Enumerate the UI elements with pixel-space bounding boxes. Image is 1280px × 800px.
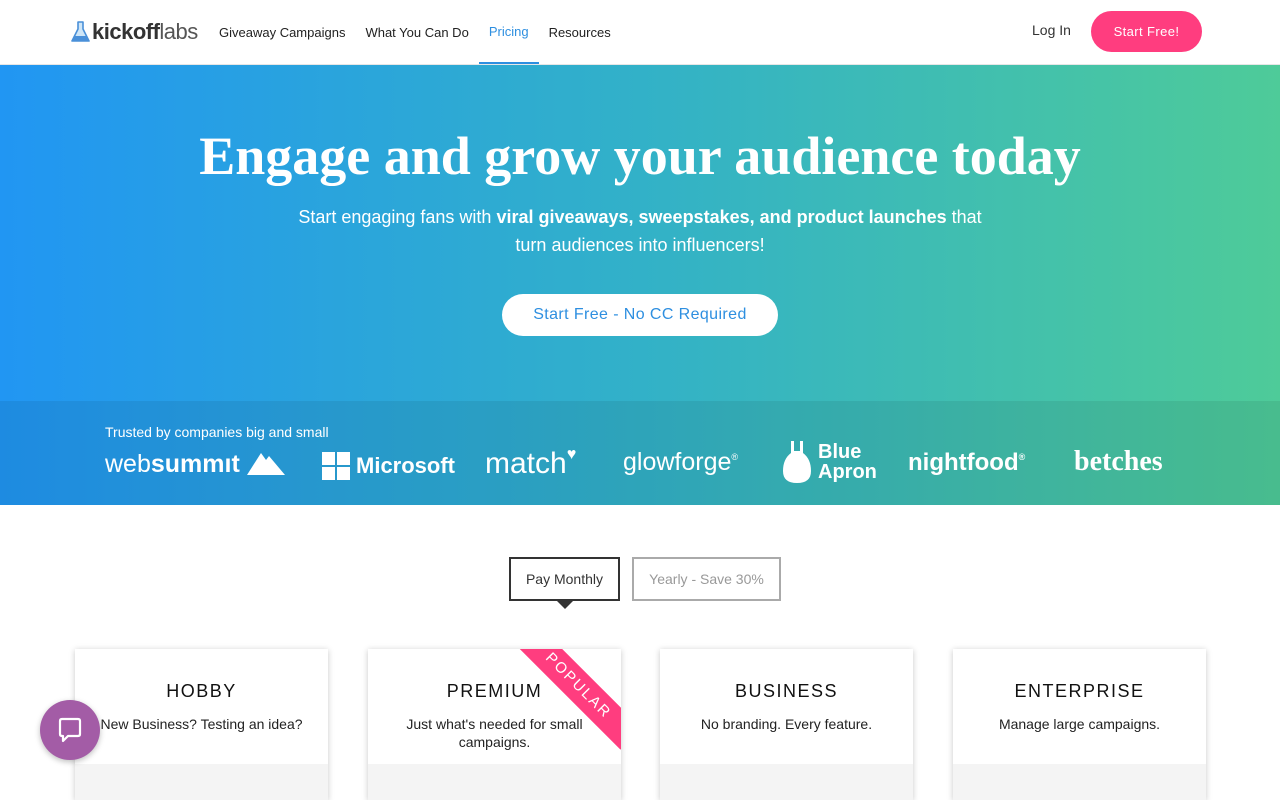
plan-description: Just what's needed for small campaigns. <box>406 716 583 750</box>
heart-icon: ♥ <box>566 446 577 463</box>
selected-indicator-arrow <box>557 601 573 609</box>
windows-grid-icon <box>322 452 350 480</box>
blue-apron-logo: Blue Apron <box>782 441 877 483</box>
hero-title: Engage and grow your audience today <box>199 126 1081 186</box>
apron-icon <box>783 441 811 483</box>
chat-widget-button[interactable] <box>40 700 100 760</box>
plan-name: HOBBY <box>166 681 237 701</box>
trusted-by-strip: Trusted by companies big and small websu… <box>0 401 1280 505</box>
plan-card-hobby: HOBBY New Business? Testing an idea? <box>75 649 328 800</box>
hero-subtitle-pre: Start engaging fans with <box>298 207 497 227</box>
glowforge-registered-mark: ® <box>731 452 739 462</box>
plan-description: New Business? Testing an idea? <box>100 716 303 732</box>
websummit-logo: websummıt <box>105 449 285 479</box>
match-logo-text: match <box>485 447 567 480</box>
blue-apron-text-blue: Blue <box>818 441 862 463</box>
hero-section: Engage and grow your audience today Star… <box>0 65 1280 505</box>
chat-bubble-icon <box>58 717 82 743</box>
hero-subtitle-bold: viral giveaways, sweepstakes, and produc… <box>496 207 947 227</box>
kickofflabs-logo[interactable]: kickofflabs <box>70 18 198 46</box>
nav-link-pricing[interactable]: Pricing <box>478 0 539 64</box>
nightfood-logo: nightfood® <box>908 449 1025 477</box>
logo-text-bold: kickoff <box>92 19 160 44</box>
plan-card-business: BUSINESS No branding. Every feature. <box>660 649 913 800</box>
plan-price-area <box>660 764 913 800</box>
plan-name: BUSINESS <box>734 681 839 701</box>
match-logo: match♥ <box>485 446 576 481</box>
trusted-label: Trusted by companies big and small <box>105 424 329 440</box>
rocket-flask-icon <box>71 21 90 42</box>
microsoft-logo-text: Microsoft <box>356 453 455 478</box>
login-link[interactable]: Log In <box>1032 22 1071 38</box>
hero-subtitle: Start engaging fans with viral giveaways… <box>290 203 990 259</box>
nav-link-resources[interactable]: Resources <box>539 0 621 64</box>
websummit-logo-text-summit: summıt <box>150 450 240 478</box>
glowforge-logo-text: glowforge <box>623 448 732 476</box>
microsoft-logo: Microsoft <box>322 452 455 480</box>
plan-price-area <box>75 764 328 800</box>
nightfood-logo-text: nightfood <box>908 449 1019 476</box>
top-nav: kickofflabs Giveaway Campaigns What You … <box>0 0 1280 65</box>
plan-name: ENTERPRISE <box>1014 681 1145 701</box>
start-free-button[interactable]: Start Free! <box>1091 11 1202 52</box>
plan-price-area <box>953 764 1206 800</box>
nightfood-registered-mark: ® <box>1018 452 1026 462</box>
plan-description: No branding. Every feature. <box>700 716 873 732</box>
plan-price-area <box>368 764 621 800</box>
pay-yearly-toggle[interactable]: Yearly - Save 30% <box>632 557 781 601</box>
plan-card-enterprise: ENTERPRISE Manage large campaigns. <box>953 649 1206 800</box>
hero-cta-button[interactable]: Start Free - No CC Required <box>502 294 778 336</box>
plan-card-premium: PREMIUM Just what's needed for small cam… <box>368 649 621 800</box>
nav-links: Giveaway Campaigns What You Can Do Prici… <box>209 0 621 64</box>
blue-apron-text-apron: Apron <box>818 461 877 483</box>
nav-link-giveaway-campaigns[interactable]: Giveaway Campaigns <box>209 0 355 64</box>
websummit-logo-text-web: web <box>105 450 151 478</box>
betches-logo: betches <box>1074 446 1163 477</box>
logo-text-light: labs <box>159 19 198 44</box>
plan-description: Manage large campaigns. <box>998 716 1161 732</box>
glowforge-logo: glowforge® <box>623 448 738 477</box>
pay-monthly-toggle[interactable]: Pay Monthly <box>509 557 620 601</box>
nav-link-what-you-can-do[interactable]: What You Can Do <box>355 0 478 64</box>
mountain-icon <box>246 453 285 475</box>
